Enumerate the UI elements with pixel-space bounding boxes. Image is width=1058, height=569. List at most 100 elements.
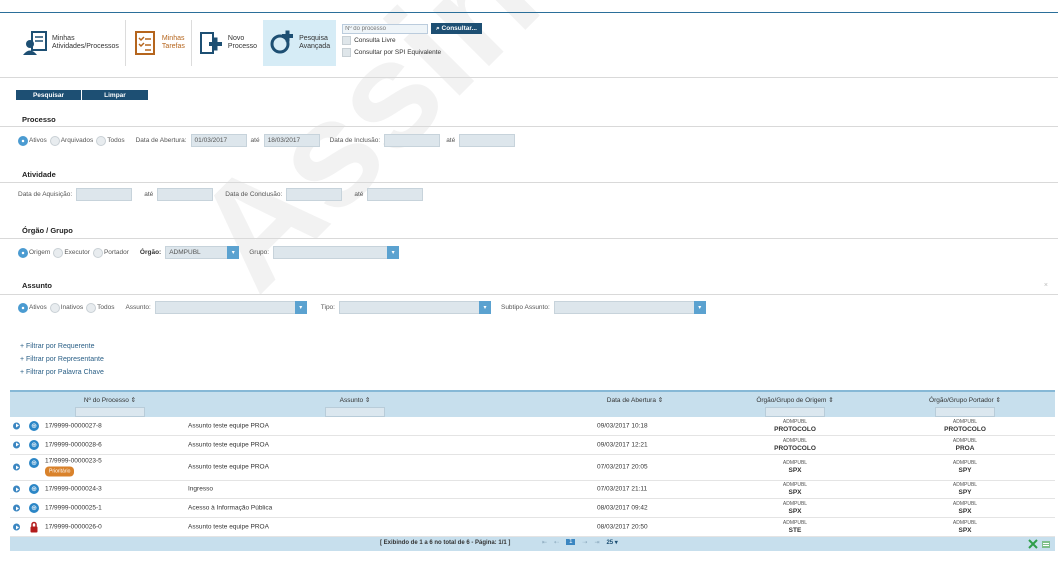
row-numero[interactable]: 17/9999-0000025-1 xyxy=(45,505,102,512)
last-page-icon[interactable]: ⇥ xyxy=(594,539,599,546)
processo-arquivados-radio[interactable] xyxy=(49,135,60,146)
table-row[interactable]: ⊕ 17/9999-0000024-3 Ingresso 07/03/2017 … xyxy=(10,481,1055,500)
col-numero-label: Nº do Processo ⇕ xyxy=(83,397,137,404)
expand-play-icon[interactable] xyxy=(13,523,20,531)
assunto-inativos-radio[interactable] xyxy=(49,302,60,313)
consultar-button[interactable]: ⌕ Consultar... xyxy=(431,23,482,34)
prev-page-icon[interactable]: ⇠ xyxy=(554,539,559,546)
minhas-tarefas-label-1: Minhas xyxy=(161,35,185,42)
expand-play-icon[interactable] xyxy=(13,504,20,512)
novo-processo-label-2: Processo xyxy=(227,43,258,50)
row-numero[interactable]: 17/9999-0000027-8 xyxy=(45,422,102,429)
processo-ativos-radio[interactable] xyxy=(18,135,28,146)
orgao-origem-radio[interactable] xyxy=(18,247,28,258)
table-row[interactable]: 17/9999-0000026-0 Assunto teste equipe P… xyxy=(10,518,1055,537)
orgao-portador-radio[interactable] xyxy=(92,247,103,258)
col-portador-header[interactable]: Órgão/Grupo Portador ⇕ xyxy=(910,396,1020,417)
chevron-down-icon: ▾ xyxy=(227,246,240,259)
row-origem-org: ADMPUBL xyxy=(782,501,808,508)
consultar-spi-checkbox[interactable] xyxy=(342,48,352,57)
data-inclusao-de-input[interactable] xyxy=(384,134,441,147)
row-origem-grupo: SPX xyxy=(788,508,802,516)
data-abertura-label: Data de Abertura: xyxy=(135,137,187,144)
orgao-executor-radio[interactable] xyxy=(53,247,64,258)
assunto-filters: Ativos Inativos Todos Assunto: ▾ Tipo: ▾… xyxy=(18,301,706,314)
data-conclusao-ate-label: até xyxy=(354,191,364,198)
filtrar-palavra-chave-link[interactable]: + Filtrar por Palavra Chave xyxy=(20,366,104,379)
table-row[interactable]: ⊕ 17/9999-0000027-8 Assunto teste equipe… xyxy=(10,417,1055,436)
export-csv-icon[interactable] xyxy=(1041,539,1051,549)
row-numero[interactable]: 17/9999-0000024-3 xyxy=(45,486,102,493)
globe-icon: ⊕ xyxy=(29,439,39,450)
close-icon[interactable]: × xyxy=(1044,282,1048,289)
filtrar-representante-link[interactable]: + Filtrar por Representante xyxy=(20,353,104,366)
expand-play-icon[interactable] xyxy=(13,422,20,430)
consultar-spi-label: Consultar por SPI Equivalente xyxy=(354,49,442,56)
assunto-todos-radio[interactable] xyxy=(86,302,97,313)
table-row[interactable]: ⊕ 17/9999-0000023-5 Prioritário Assunto t… xyxy=(10,455,1055,481)
row-data: 07/03/2017 20:05 xyxy=(597,463,648,471)
search-plus-icon xyxy=(269,30,295,56)
current-page[interactable]: 1 xyxy=(566,539,576,546)
table-footer: [ Exibindo de 1 a 6 no total de 6 - Pági… xyxy=(10,536,1055,551)
pesquisa-avancada-button[interactable]: Pesquisa Avançada xyxy=(263,20,337,66)
row-numero[interactable]: 17/9999-0000026-0 xyxy=(45,524,102,531)
tipo-select[interactable]: ▾ xyxy=(338,301,491,314)
expand-play-icon[interactable] xyxy=(13,441,20,449)
export-icons xyxy=(1028,539,1051,549)
chevron-down-icon: ▾ xyxy=(478,301,491,314)
processo-divider xyxy=(0,126,1058,127)
row-portador-org: ADMPUBL xyxy=(952,418,978,425)
filtrar-requerente-link[interactable]: + Filtrar por Requerente xyxy=(20,340,104,353)
data-conclusao-de-input[interactable] xyxy=(286,188,343,201)
col-assunto-filter[interactable] xyxy=(325,407,385,417)
row-numero[interactable]: 17/9999-0000023-5 xyxy=(45,458,102,466)
row-assunto: Assunto teste equipe PROA xyxy=(188,463,269,471)
data-aquisicao-ate-input[interactable] xyxy=(157,188,214,201)
col-assunto-header[interactable]: Assunto ⇕ xyxy=(300,396,410,417)
consulta-livre-label: Consulta Livre xyxy=(354,37,396,44)
processo-todos-radio[interactable] xyxy=(96,135,107,146)
subtipo-select[interactable]: ▾ xyxy=(553,301,706,314)
novo-processo-button[interactable]: Novo Processo xyxy=(192,20,263,66)
minhas-tarefas-label-2: Tarefas xyxy=(161,43,185,50)
process-number-input[interactable] xyxy=(342,23,429,34)
row-origem-org: ADMPUBL xyxy=(782,482,808,489)
data-inclusao-ate-input[interactable] xyxy=(459,134,516,147)
grupo-select[interactable]: ▾ xyxy=(273,246,400,259)
expand-play-icon[interactable] xyxy=(13,485,20,493)
expand-play-icon[interactable] xyxy=(13,463,20,471)
table-row[interactable]: ⊕ 17/9999-0000028-6 Assunto teste equipe… xyxy=(10,436,1055,455)
row-origem-grupo: SPX xyxy=(788,489,802,497)
col-data-header[interactable]: Data de Abertura ⇕ xyxy=(585,396,685,404)
data-conclusao-ate-input[interactable] xyxy=(367,188,424,201)
limpar-button[interactable]: Limpar xyxy=(81,90,148,100)
row-origem: ADMPUBL PROTOCOLO xyxy=(770,419,820,433)
consulta-livre-checkbox[interactable] xyxy=(342,36,352,45)
grupo-select-label: Grupo: xyxy=(249,249,270,256)
minhas-tarefas-button[interactable]: Minhas Tarefas xyxy=(126,20,192,66)
row-origem-org: ADMPUBL xyxy=(782,437,808,444)
data-aquisicao-label: Data de Aquisição: xyxy=(18,191,73,198)
data-abertura-de-input[interactable]: 01/03/2017 xyxy=(190,134,247,147)
col-numero-filter[interactable] xyxy=(75,407,145,417)
page-size-select[interactable]: 25 ▾ xyxy=(606,539,617,546)
table-row[interactable]: ⊕ 17/9999-0000025-1 Acesso à Informação … xyxy=(10,499,1055,519)
col-origem-header[interactable]: Órgão/Grupo de Origem ⇕ xyxy=(740,396,850,417)
pesquisar-button[interactable]: Pesquisar xyxy=(16,90,81,100)
row-portador: ADMPUBL SPX xyxy=(940,501,990,515)
row-numero[interactable]: 17/9999-0000028-6 xyxy=(45,441,102,448)
assunto-select[interactable]: ▾ xyxy=(154,301,307,314)
minhas-atividades-button[interactable]: Minhas Atividades/Processos xyxy=(16,20,126,66)
next-page-icon[interactable]: ⇢ xyxy=(582,539,587,546)
first-page-icon[interactable]: ⇤ xyxy=(542,539,547,546)
col-assunto-label: Assunto ⇕ xyxy=(339,397,371,404)
col-origem-filter[interactable] xyxy=(765,407,825,417)
data-abertura-ate-input[interactable]: 18/03/2017 xyxy=(263,134,320,147)
orgao-select[interactable]: ADMPUBL ▾ xyxy=(165,246,240,259)
data-aquisicao-de-input[interactable] xyxy=(76,188,133,201)
assunto-ativos-radio[interactable] xyxy=(18,302,28,313)
export-excel-icon[interactable] xyxy=(1028,539,1038,549)
col-numero-header[interactable]: Nº do Processo ⇕ xyxy=(50,396,170,417)
col-portador-filter[interactable] xyxy=(935,407,995,417)
